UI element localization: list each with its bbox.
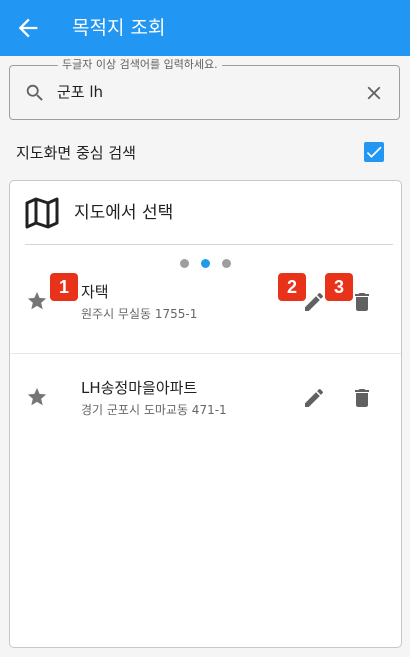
item-address: 원주시 무실동 1755-1 [81, 307, 198, 321]
annotation-badge-2: 2 [278, 273, 306, 301]
item-name: 자택 [81, 283, 109, 301]
select-on-map-button[interactable]: 지도에서 선택 [10, 181, 401, 244]
delete-icon[interactable] [350, 386, 374, 410]
star-icon[interactable] [26, 386, 48, 408]
check-icon [366, 146, 382, 158]
close-icon[interactable] [363, 82, 385, 104]
page-dot[interactable] [180, 259, 189, 268]
delete-icon[interactable] [350, 290, 374, 314]
center-search-label: 지도화면 중심 검색 [16, 144, 136, 162]
item-address: 경기 군포시 도마교동 471-1 [81, 403, 227, 417]
search-input[interactable] [57, 82, 357, 100]
page-dot-active[interactable] [201, 259, 210, 268]
annotation-badge-3: 3 [325, 273, 353, 301]
divider [10, 353, 401, 354]
page-title: 목적지 조회 [72, 17, 166, 39]
item-name: LH송정마을아파트 [81, 379, 198, 397]
search-icon [24, 82, 46, 104]
search-hint-label: 두글자 이상 검색어를 입력하세요. [58, 57, 222, 73]
search-field[interactable]: 두글자 이상 검색어를 입력하세요. [9, 57, 400, 120]
list-item[interactable]: LH송정마을아파트 경기 군포시 도마교동 471-1 [10, 367, 401, 447]
annotation-badge-1: 1 [50, 273, 78, 301]
divider [25, 244, 393, 245]
back-arrow-icon[interactable] [14, 14, 42, 42]
star-icon[interactable] [26, 290, 48, 312]
app-bar: 목적지 조회 [0, 0, 410, 56]
favorites-card: 지도에서 선택 자택 원주시 무실동 1755-1 LH송정마을아파트 경기 군… [9, 180, 402, 648]
page-indicator [180, 259, 240, 269]
map-icon [24, 196, 60, 230]
page-dot[interactable] [222, 259, 231, 268]
center-search-checkbox[interactable] [364, 142, 384, 162]
edit-icon[interactable] [302, 386, 326, 410]
card-title: 지도에서 선택 [74, 203, 174, 223]
